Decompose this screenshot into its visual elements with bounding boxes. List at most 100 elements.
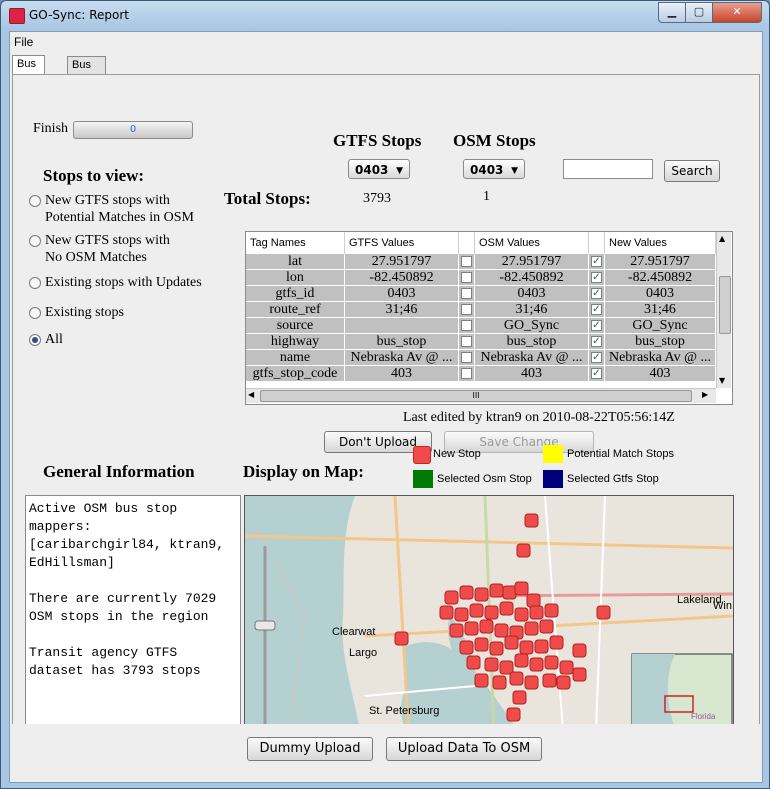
col-osm-values[interactable]: OSM Values [475, 232, 589, 254]
bus-stop-marker[interactable] [572, 667, 587, 682]
radio-existing-updates[interactable] [29, 277, 41, 289]
bus-stop-marker[interactable] [459, 585, 474, 600]
bus-stop-marker[interactable] [464, 621, 479, 636]
table-row[interactable]: lat 27.951797 27.951797 ✓ 27.951797 [246, 254, 716, 270]
gtfs-value-cell[interactable]: 403 [345, 366, 459, 382]
new-use-checkbox[interactable]: ✓ [591, 304, 602, 315]
new-check-cell[interactable]: ✓ [589, 318, 605, 334]
osm-use-checkbox[interactable] [461, 256, 472, 267]
search-button[interactable]: Search [664, 160, 720, 182]
osm-use-checkbox[interactable] [461, 368, 472, 379]
table-row[interactable]: route_ref 31;46 31;46 ✓ 31;46 [246, 302, 716, 318]
new-value-cell[interactable]: bus_stop [605, 334, 716, 350]
bus-stop-marker[interactable] [529, 657, 544, 672]
new-value-cell[interactable]: 31;46 [605, 302, 716, 318]
col-new-check[interactable] [589, 232, 605, 254]
new-value-cell[interactable]: 0403 [605, 286, 716, 302]
table-vertical-scrollbar[interactable]: ▲ ▼ [716, 232, 731, 388]
bus-stop-marker[interactable] [459, 640, 474, 655]
bus-stop-marker[interactable] [509, 671, 524, 686]
map-view[interactable]: Lakeland Win Clearwat Largo St. Petersbu… [244, 495, 734, 757]
bus-stop-marker[interactable] [479, 619, 494, 634]
new-check-cell[interactable]: ✓ [589, 350, 605, 366]
bus-stop-marker[interactable] [466, 655, 481, 670]
osm-check-cell[interactable] [459, 286, 475, 302]
osm-check-cell[interactable] [459, 366, 475, 382]
bus-stop-marker[interactable] [504, 635, 519, 650]
tag-name-cell[interactable]: gtfs_stop_code [246, 366, 345, 382]
gtfs-value-cell[interactable]: bus_stop [345, 334, 459, 350]
tag-name-cell[interactable]: lon [246, 270, 345, 286]
new-value-cell[interactable]: Nebraska Av @ ... [605, 350, 716, 366]
bus-stop-marker[interactable] [484, 657, 499, 672]
new-value-cell[interactable]: 403 [605, 366, 716, 382]
new-check-cell[interactable]: ✓ [589, 254, 605, 270]
osm-use-checkbox[interactable] [461, 272, 472, 283]
bus-stop-marker[interactable] [502, 585, 517, 600]
osm-use-checkbox[interactable] [461, 352, 472, 363]
new-check-cell[interactable]: ✓ [589, 270, 605, 286]
bus-stop-marker[interactable] [449, 623, 464, 638]
table-row[interactable]: highway bus_stop bus_stop ✓ bus_stop [246, 334, 716, 350]
osm-use-checkbox[interactable] [461, 288, 472, 299]
gtfs-value-cell[interactable]: 0403 [345, 286, 459, 302]
osm-value-cell[interactable]: bus_stop [475, 334, 589, 350]
tag-name-cell[interactable]: highway [246, 334, 345, 350]
radio-new-potential[interactable] [29, 195, 41, 207]
new-check-cell[interactable]: ✓ [589, 366, 605, 382]
maximize-button[interactable]: ▢ [685, 2, 713, 23]
osm-use-checkbox[interactable] [461, 336, 472, 347]
osm-check-cell[interactable] [459, 334, 475, 350]
tab-bus-stop[interactable]: Bus Stop [12, 55, 45, 87]
osm-use-checkbox[interactable] [461, 304, 472, 315]
minimize-button[interactable]: ▁ [658, 2, 686, 23]
new-use-checkbox[interactable]: ✓ [591, 368, 602, 379]
table-row[interactable]: name Nebraska Av @ ... Nebraska Av @ ... ✓ N… [246, 350, 716, 366]
menu-file[interactable]: File [14, 35, 33, 49]
col-tag-names[interactable]: Tag Names [246, 232, 345, 254]
osm-check-cell[interactable] [459, 302, 475, 318]
bus-stop-marker[interactable] [394, 631, 409, 646]
horizontal-scroll-thumb[interactable]: III [260, 390, 692, 402]
table-row[interactable]: source GO_Sync ✓ GO_Sync [246, 318, 716, 334]
gtfs-value-cell[interactable] [345, 318, 459, 334]
bus-stop-marker[interactable] [512, 690, 527, 705]
new-use-checkbox[interactable]: ✓ [591, 256, 602, 267]
table-row[interactable]: gtfs_stop_code 403 403 ✓ 403 [246, 366, 716, 382]
osm-check-cell[interactable] [459, 270, 475, 286]
gtfs-value-cell[interactable]: -82.450892 [345, 270, 459, 286]
bus-stop-marker[interactable] [514, 607, 529, 622]
close-button[interactable]: ✕ [712, 2, 762, 23]
bus-stop-marker[interactable] [534, 639, 549, 654]
new-check-cell[interactable]: ✓ [589, 286, 605, 302]
bus-stop-marker[interactable] [544, 603, 559, 618]
osm-use-checkbox[interactable] [461, 320, 472, 331]
table-row[interactable]: gtfs_id 0403 0403 ✓ 0403 [246, 286, 716, 302]
bus-stop-marker[interactable] [524, 513, 539, 528]
table-row[interactable]: lon -82.450892 -82.450892 ✓ -82.450892 [246, 270, 716, 286]
scroll-up-icon[interactable]: ▲ [719, 234, 725, 243]
new-value-cell[interactable]: -82.450892 [605, 270, 716, 286]
bus-stop-marker[interactable] [529, 605, 544, 620]
osm-value-cell[interactable]: 0403 [475, 286, 589, 302]
col-gtfs-values[interactable]: GTFS Values [345, 232, 459, 254]
gtfs-value-cell[interactable]: Nebraska Av @ ... [345, 350, 459, 366]
search-input[interactable] [563, 159, 653, 179]
bus-stop-marker[interactable] [556, 675, 571, 690]
bus-stop-marker[interactable] [544, 655, 559, 670]
bus-stop-marker[interactable] [542, 673, 557, 688]
osm-value-cell[interactable]: 27.951797 [475, 254, 589, 270]
radio-new-no-match[interactable] [29, 235, 41, 247]
bus-stop-marker[interactable] [524, 621, 539, 636]
osm-stop-select[interactable]: 0403 ▼ [463, 159, 525, 179]
col-osm-check[interactable] [459, 232, 475, 254]
table-horizontal-scrollbar[interactable]: ◀ III ▶ [246, 388, 716, 403]
new-use-checkbox[interactable]: ✓ [591, 288, 602, 299]
radio-all[interactable] [29, 334, 41, 346]
bus-stop-marker[interactable] [439, 605, 454, 620]
osm-value-cell[interactable]: 403 [475, 366, 589, 382]
gtfs-value-cell[interactable]: 31;46 [345, 302, 459, 318]
tag-name-cell[interactable]: source [246, 318, 345, 334]
bus-stop-marker[interactable] [454, 607, 469, 622]
bus-stop-marker[interactable] [539, 619, 554, 634]
